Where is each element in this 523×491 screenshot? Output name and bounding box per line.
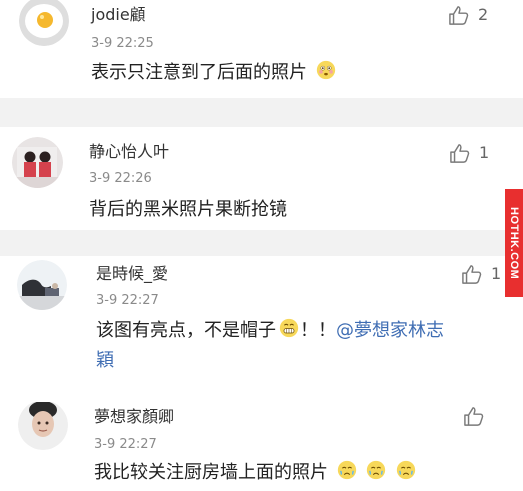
username[interactable]: jodie顧 (91, 5, 146, 25)
mention-link[interactable]: @夢想家林志 (336, 320, 444, 341)
mention-link[interactable]: 穎 (96, 350, 114, 371)
crying-emoji (397, 460, 416, 480)
comment-separator (0, 230, 523, 256)
avatar[interactable] (18, 402, 68, 450)
timestamp: 3-9 22:27 (94, 437, 157, 452)
thumbs-up-icon (462, 265, 482, 284)
avatar[interactable] (12, 137, 63, 188)
thumbs-up-icon (450, 144, 470, 163)
comment-item: jodie顧 3-9 22:25 2 表示只注意到了后面的照片 (0, 0, 523, 98)
thumbs-up-icon (464, 407, 484, 426)
avatar[interactable] (19, 0, 69, 46)
avatar[interactable] (17, 260, 67, 310)
crying-emoji (367, 460, 386, 480)
timestamp: 3-9 22:25 (91, 36, 154, 51)
watermark: HOTHK.COM (505, 189, 523, 297)
like-count: 1 (491, 264, 502, 283)
comment-item: 是時候_愛 3-9 22:27 1 该图有亮点，不是帽子 ！！@夢想家林志穎 (0, 256, 523, 402)
comment-text: 背后的黑米照片果断抢镜 (89, 199, 287, 220)
like-count: 1 (479, 143, 490, 162)
crying-emoji (337, 460, 356, 480)
like-button[interactable] (463, 406, 493, 426)
comment-item: 夢想家顏卿 3-9 22:27 我比较关注厨房墙上面的照片 (0, 402, 523, 491)
like-button[interactable]: 1 (461, 264, 501, 284)
comment-text: 表示只注意到了后面的照片 (91, 58, 337, 88)
thumbs-up-icon (449, 6, 469, 25)
username[interactable]: 是時候_愛 (96, 264, 168, 284)
like-button[interactable]: 2 (448, 5, 488, 25)
comment-text: 我比较关注厨房墙上面的照片 (94, 458, 514, 488)
like-button[interactable]: 1 (449, 143, 489, 163)
timestamp: 3-9 22:27 (96, 293, 159, 308)
like-count: 2 (478, 5, 489, 24)
username[interactable]: 夢想家顏卿 (94, 407, 174, 427)
comment-text: 该图有亮点，不是帽子 ！！@夢想家林志穎 (96, 316, 506, 376)
username[interactable]: 静心怡人叶 (89, 142, 169, 162)
flushed-emoji (316, 60, 335, 80)
comment-item: 静心怡人叶 3-9 22:26 1 背后的黑米照片果断抢镜 (0, 127, 523, 230)
grinning-emoji (279, 318, 299, 338)
comment-separator (0, 98, 523, 127)
timestamp: 3-9 22:26 (89, 171, 152, 186)
